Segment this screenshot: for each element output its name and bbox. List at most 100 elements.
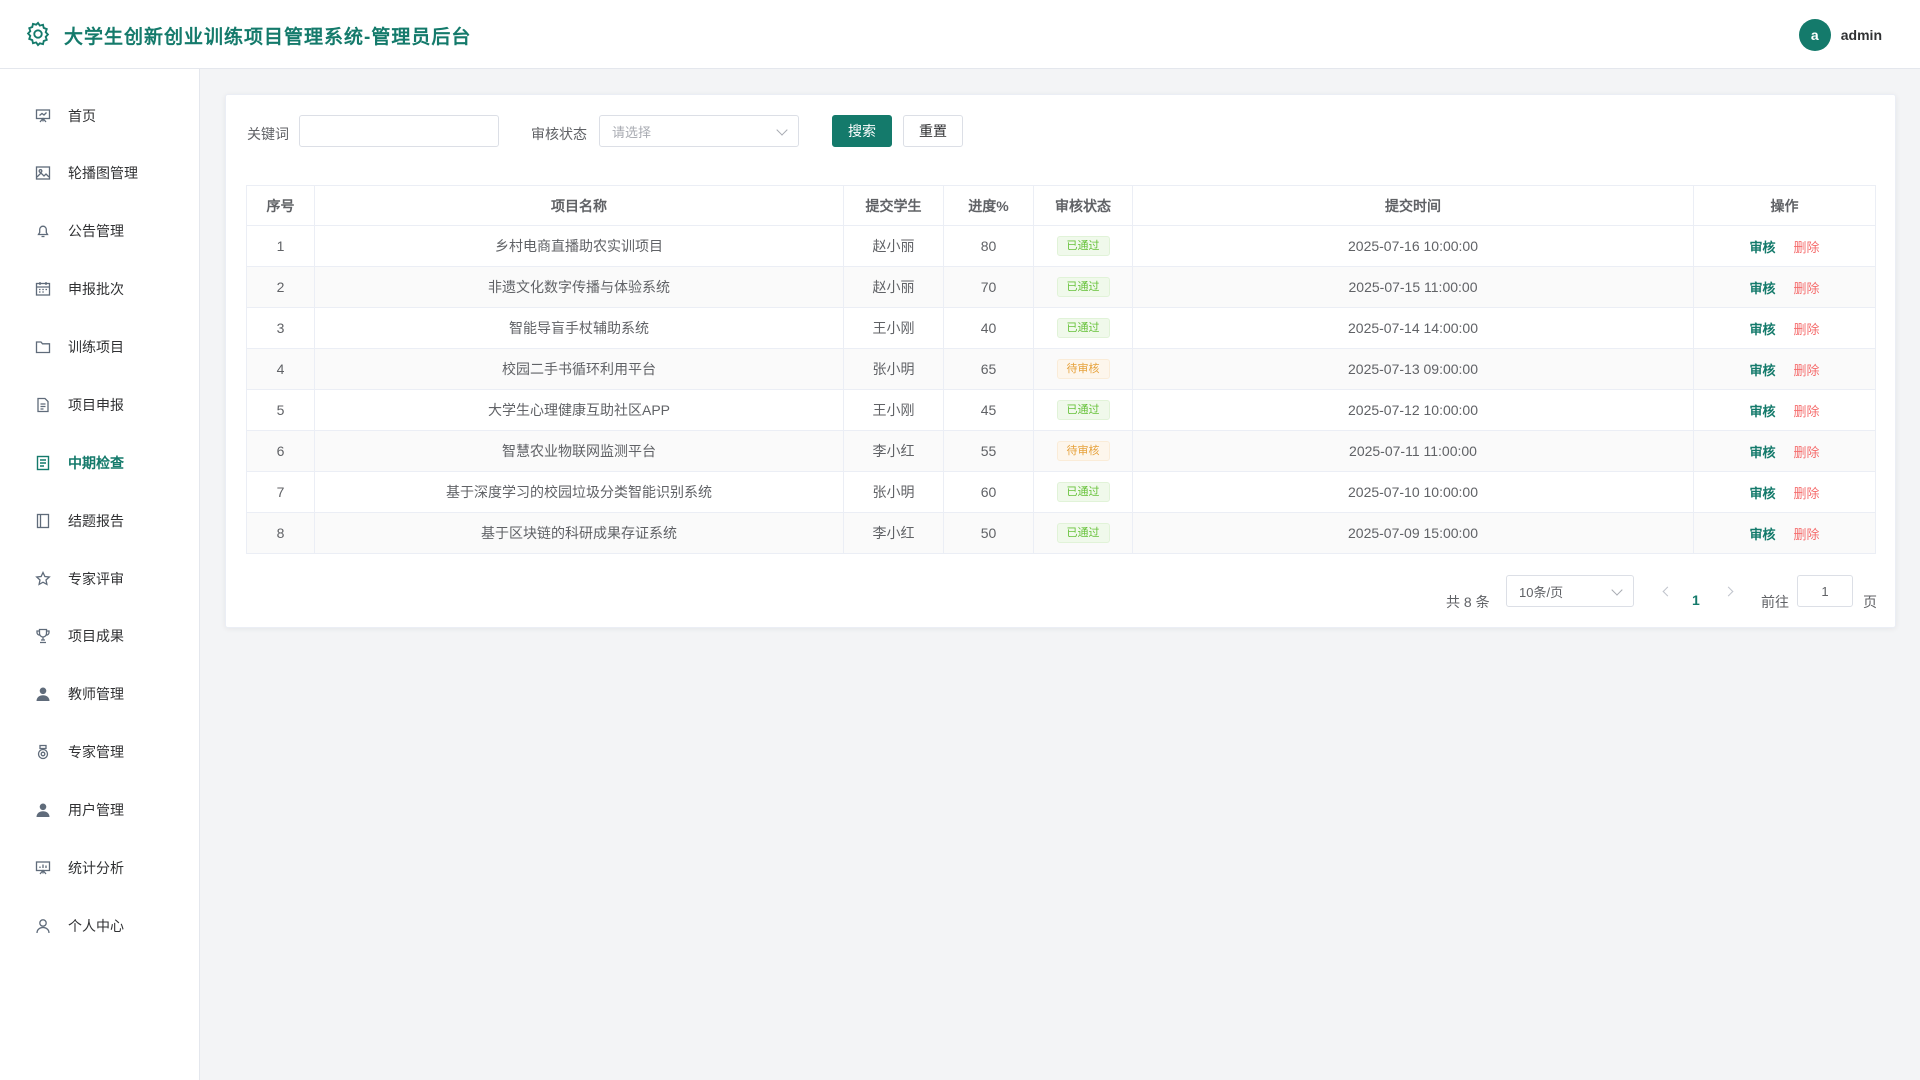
- cell-progress: 55: [943, 430, 1034, 472]
- chart-board-icon: [34, 859, 52, 877]
- delete-button[interactable]: 删除: [1794, 322, 1820, 337]
- cell-status: 已通过: [1033, 307, 1133, 349]
- status-select-placeholder: 请选择: [612, 124, 652, 140]
- sidebar-item-label: 公告管理: [68, 223, 124, 239]
- cell-name: 基于区块链的科研成果存证系统: [314, 512, 844, 554]
- audit-button[interactable]: 审核: [1749, 486, 1775, 501]
- delete-button[interactable]: 删除: [1794, 404, 1820, 419]
- cell-status: 待审核: [1033, 348, 1133, 390]
- cell-index: 7: [246, 471, 315, 513]
- sidebar-item-label: 训练项目: [68, 339, 124, 355]
- status-badge: 已通过: [1056, 318, 1110, 338]
- sidebar-item-label: 专家管理: [68, 744, 124, 760]
- table-row: 4 校园二手书循环利用平台 张小明 65 待审核 2025-07-13 09:0…: [246, 348, 1876, 390]
- sidebar-item-training[interactable]: 训练项目: [0, 324, 199, 370]
- sidebar-item-label: 首页: [68, 108, 96, 124]
- cell-student: 张小明: [843, 471, 944, 513]
- delete-button[interactable]: 删除: [1794, 363, 1820, 378]
- status-badge: 已通过: [1056, 236, 1110, 256]
- cell-name: 智能导盲手杖辅助系统: [314, 307, 844, 349]
- sidebar-item-label: 轮播图管理: [68, 165, 138, 181]
- page-size-select[interactable]: 10条/页: [1506, 575, 1634, 607]
- user-outline-icon: [34, 917, 52, 935]
- prev-page-icon[interactable]: [1662, 586, 1673, 597]
- keyword-input[interactable]: [299, 115, 499, 147]
- sidebar-item-expert-review[interactable]: 专家评审: [0, 556, 199, 602]
- delete-button[interactable]: 删除: [1794, 281, 1820, 296]
- audit-button[interactable]: 审核: [1749, 527, 1775, 542]
- sidebar-item-label: 统计分析: [68, 860, 124, 876]
- status-badge: 待审核: [1056, 359, 1110, 379]
- keyword-label: 关键词: [247, 126, 289, 142]
- table-row: 1 乡村电商直播助农实训项目 赵小丽 80 已通过 2025-07-16 10:…: [246, 225, 1876, 267]
- table-row: 8 基于区块链的科研成果存证系统 李小红 50 已通过 2025-07-09 1…: [246, 512, 1876, 554]
- table-header-row: 序号 项目名称 提交学生 进度% 审核状态 提交时间 操作: [246, 185, 1876, 226]
- star-icon: [34, 570, 52, 588]
- cell-progress: 65: [943, 348, 1034, 390]
- checklist-icon: [34, 454, 52, 472]
- cell-actions: 审核 删除: [1693, 266, 1876, 308]
- top-header: 大学生创新创业训练项目管理系统-管理员后台 a admin: [0, 0, 1920, 69]
- sidebar-item-midterm[interactable]: 中期检查: [0, 440, 199, 486]
- reset-button[interactable]: 重置: [903, 115, 963, 147]
- delete-button[interactable]: 删除: [1794, 240, 1820, 255]
- sidebar-item-notice[interactable]: 公告管理: [0, 208, 199, 254]
- user-menu[interactable]: a admin: [1798, 19, 1882, 51]
- audit-button[interactable]: 审核: [1749, 363, 1775, 378]
- status-label: 审核状态: [531, 126, 587, 142]
- username[interactable]: admin: [1841, 27, 1882, 43]
- cell-student: 赵小丽: [843, 266, 944, 308]
- sidebar-item-users[interactable]: 用户管理: [0, 787, 199, 833]
- trophy-icon: [34, 627, 52, 645]
- cell-actions: 审核 删除: [1693, 512, 1876, 554]
- sidebar-item-statistics[interactable]: 统计分析: [0, 845, 199, 891]
- cell-name: 智慧农业物联网监测平台: [314, 430, 844, 472]
- cell-student: 张小明: [843, 348, 944, 390]
- next-page-icon[interactable]: [1723, 586, 1734, 597]
- cell-actions: 审核 删除: [1693, 348, 1876, 390]
- cell-student: 李小红: [843, 512, 944, 554]
- pagination-total: 共 8 条: [1446, 594, 1490, 610]
- audit-button[interactable]: 审核: [1749, 445, 1775, 460]
- search-button[interactable]: 搜索: [832, 115, 892, 147]
- audit-button[interactable]: 审核: [1749, 322, 1775, 337]
- sidebar-item-label: 申报批次: [68, 281, 124, 297]
- avatar[interactable]: a: [1798, 19, 1831, 51]
- status-select[interactable]: 请选择: [599, 115, 799, 147]
- column-header-index: 序号: [246, 185, 315, 226]
- cell-status: 已通过: [1033, 266, 1133, 308]
- sidebar-item-batch[interactable]: 申报批次: [0, 266, 199, 312]
- sidebar-item-home[interactable]: 首页: [0, 93, 199, 139]
- presentation-icon: [34, 107, 52, 125]
- cell-name: 大学生心理健康互助社区APP: [314, 389, 844, 431]
- medal-icon: [34, 743, 52, 761]
- delete-button[interactable]: 删除: [1794, 486, 1820, 501]
- status-badge: 已通过: [1056, 400, 1110, 420]
- midterm-check-panel: 关键词 审核状态 请选择 搜索 重置 序号 项目名称 提交学生 进度% 审核状态…: [225, 94, 1896, 628]
- sidebar-item-teacher[interactable]: 教师管理: [0, 671, 199, 717]
- sidebar-item-profile[interactable]: 个人中心: [0, 903, 199, 949]
- sidebar-item-carousel[interactable]: 轮播图管理: [0, 150, 199, 196]
- sidebar-item-apply[interactable]: 项目申报: [0, 382, 199, 428]
- image-icon: [34, 164, 52, 182]
- table-row: 7 基于深度学习的校园垃圾分类智能识别系统 张小明 60 已通过 2025-07…: [246, 471, 1876, 513]
- delete-button[interactable]: 删除: [1794, 445, 1820, 460]
- sidebar-item-achievement[interactable]: 项目成果: [0, 613, 199, 659]
- audit-button[interactable]: 审核: [1749, 404, 1775, 419]
- sidebar-item-label: 项目成果: [68, 628, 124, 644]
- goto-label: 前往: [1761, 594, 1789, 610]
- sidebar-item-label: 教师管理: [68, 686, 124, 702]
- cell-time: 2025-07-11 11:00:00: [1132, 430, 1694, 472]
- page-number-current[interactable]: 1: [1692, 592, 1700, 608]
- cell-index: 5: [246, 389, 315, 431]
- status-badge: 待审核: [1056, 441, 1110, 461]
- delete-button[interactable]: 删除: [1794, 527, 1820, 542]
- cell-status: 已通过: [1033, 389, 1133, 431]
- sidebar-item-final-report[interactable]: 结题报告: [0, 498, 199, 544]
- goto-page-input[interactable]: 1: [1797, 575, 1853, 607]
- audit-button[interactable]: 审核: [1749, 281, 1775, 296]
- status-badge: 已通过: [1056, 277, 1110, 297]
- audit-button[interactable]: 审核: [1749, 240, 1775, 255]
- sidebar-item-expert[interactable]: 专家管理: [0, 729, 199, 775]
- cell-progress: 50: [943, 512, 1034, 554]
